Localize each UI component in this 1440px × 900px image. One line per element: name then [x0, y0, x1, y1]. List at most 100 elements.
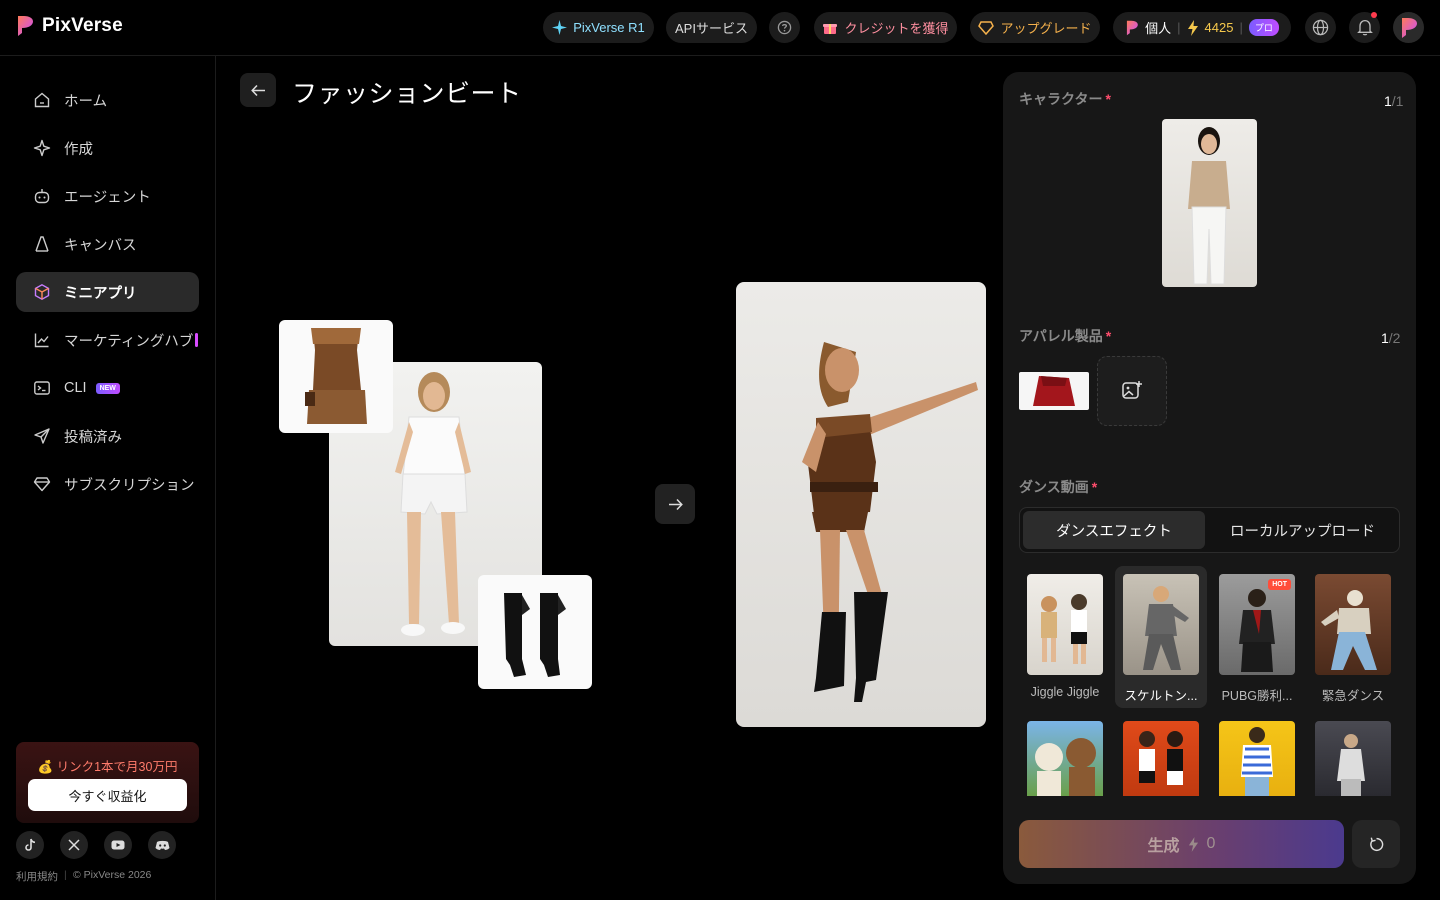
- tab-dance-effect[interactable]: ダンスエフェクト: [1023, 511, 1205, 549]
- notification-dot: [1371, 12, 1377, 18]
- account-logo-icon: [1127, 20, 1138, 35]
- sidebar-item-mini-apps[interactable]: ミニアプリ: [16, 272, 199, 312]
- generate-cost: 0: [1206, 835, 1216, 852]
- diamond-icon: [978, 20, 995, 35]
- discord-link[interactable]: [148, 831, 176, 859]
- dance-item-pubg[interactable]: HOT: [1219, 574, 1295, 675]
- upgrade-label: アップグレード: [1000, 21, 1092, 36]
- app-name: PixVerse: [42, 15, 123, 36]
- globe-icon: [1312, 19, 1329, 36]
- terms-link[interactable]: 利用規約: [16, 869, 58, 884]
- robot-icon: [34, 189, 50, 204]
- back-button[interactable]: [240, 73, 276, 107]
- notifications-button[interactable]: [1349, 12, 1380, 43]
- arrow-left-icon: [250, 84, 265, 96]
- diamond-icon: [33, 477, 51, 492]
- dance-video-label: ダンス動画 *: [1019, 479, 1098, 495]
- canvas-icon: [35, 236, 49, 252]
- lightning-icon: [1188, 836, 1198, 852]
- dance-item-label: Jiggle Jiggle: [1030, 685, 1100, 699]
- account-type: 個人: [1145, 21, 1172, 36]
- tiktok-link[interactable]: [16, 831, 44, 859]
- sidebar-item-canvas[interactable]: キャンバス: [16, 224, 199, 264]
- dance-item-dark[interactable]: [1315, 721, 1391, 796]
- sidebar-item-subscription[interactable]: サブスクリプション: [16, 464, 199, 504]
- dance-item-emergency[interactable]: [1315, 574, 1391, 675]
- x-icon: [68, 839, 80, 851]
- credit-count: 4425: [1204, 20, 1234, 35]
- man-suit-dancing-image: [1143, 586, 1189, 670]
- black-boots-image: [504, 593, 566, 677]
- discord-icon: [155, 840, 169, 850]
- logo[interactable]: PixVerse: [16, 15, 123, 37]
- next-arrow-button[interactable]: [655, 484, 695, 524]
- youtube-link[interactable]: [104, 831, 132, 859]
- apparel-image[interactable]: [1019, 372, 1089, 410]
- sparkle-icon: [33, 139, 51, 157]
- fur-dress-image: [305, 328, 367, 424]
- help-icon: [777, 20, 792, 35]
- sidebar-item-label: マーケティングハブ: [64, 333, 194, 350]
- promo-text: 💰 リンク1本で月30万円: [37, 760, 178, 774]
- new-badge: NEW: [95, 382, 120, 394]
- tab-local-upload[interactable]: ローカルアップロード: [1209, 511, 1396, 549]
- dance-item-bears[interactable]: [1027, 721, 1103, 796]
- bell-icon: [1356, 19, 1373, 36]
- model-button[interactable]: PixVerse R1: [543, 12, 654, 43]
- copyright: © PixVerse 2026: [73, 869, 152, 881]
- earn-credits-button[interactable]: クレジットを獲得: [814, 12, 957, 43]
- dance-item-duo[interactable]: [1123, 721, 1199, 796]
- sidebar-item-posted[interactable]: 投稿済み: [16, 416, 199, 456]
- cube-icon: [34, 283, 50, 301]
- hot-badge: HOT: [1268, 579, 1291, 590]
- upgrade-button[interactable]: アップグレード: [970, 12, 1100, 43]
- generate-button[interactable]: 生成 0: [1019, 820, 1344, 868]
- footer-divider: |: [64, 869, 67, 881]
- api-service-button[interactable]: APIサービス: [666, 12, 757, 43]
- red-dress-photo: [1033, 376, 1075, 406]
- dance-item-stripes[interactable]: [1219, 721, 1295, 796]
- dance-item-jiggle[interactable]: [1027, 574, 1103, 675]
- marketing-hub-indicator: [195, 333, 198, 347]
- example-result-photo: [736, 282, 986, 727]
- avatar[interactable]: [1393, 12, 1424, 43]
- youtube-icon: [111, 840, 125, 850]
- dance-item-skeleton[interactable]: [1123, 574, 1199, 675]
- generate-label: 生成: [1147, 838, 1180, 855]
- sidebar-item-marketing-hub[interactable]: マーケティングハブ: [16, 320, 199, 360]
- sidebar-item-agent[interactable]: エージェント: [16, 176, 199, 216]
- reset-button[interactable]: [1352, 820, 1400, 868]
- add-apparel-button[interactable]: [1097, 356, 1167, 426]
- emergency-dance-image: [1321, 590, 1377, 670]
- top-bar: PixVerse PixVerse R1 APIサービス クレジットを獲得 アッ…: [0, 0, 1440, 56]
- lightning-icon: [1187, 19, 1198, 36]
- sidebar-item-home[interactable]: ホーム: [16, 80, 199, 120]
- language-button[interactable]: [1305, 12, 1336, 43]
- apparel-label: アパレル製品 *: [1019, 328, 1112, 344]
- x-link[interactable]: [60, 831, 88, 859]
- apparel-count: 1/2: [1381, 330, 1401, 346]
- dance-source-tabs: ダンスエフェクト ローカルアップロード: [1019, 507, 1400, 553]
- dark-stage-dance-image: [1337, 734, 1365, 796]
- divider: |: [1239, 20, 1243, 35]
- example-dress-photo: [279, 320, 393, 433]
- sidebar-item-cli[interactable]: CLI NEW: [16, 368, 199, 408]
- sidebar-item-label: ミニアプリ: [64, 285, 137, 302]
- terminal-icon: [34, 381, 50, 395]
- sidebar-item-label: キャンバス: [64, 237, 137, 254]
- monetize-button[interactable]: 今すぐ収益化: [28, 779, 187, 811]
- sidebar-item-create[interactable]: 作成: [16, 128, 199, 168]
- sidebar-item-label: 作成: [64, 141, 93, 158]
- tiktok-icon: [24, 838, 35, 851]
- gift-icon: [823, 23, 838, 34]
- api-label: APIサービス: [675, 21, 748, 36]
- sidebar-item-label: サブスクリプション: [64, 477, 195, 494]
- character-image[interactable]: [1162, 119, 1257, 287]
- help-button[interactable]: [769, 12, 800, 43]
- account-credits-button[interactable]: 個人 | 4425 | プロ: [1113, 12, 1291, 43]
- page-title: ファッションビート: [292, 80, 522, 108]
- sparkle-icon: [552, 20, 568, 35]
- divider: |: [1177, 20, 1181, 35]
- pixverse-logo-icon: [18, 16, 33, 36]
- kids-dancing-image: [1041, 594, 1087, 664]
